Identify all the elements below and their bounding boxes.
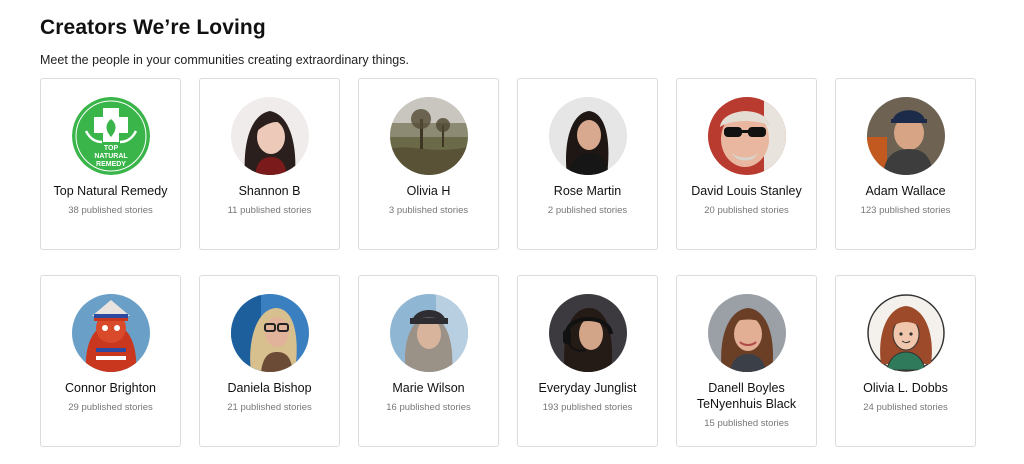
creator-story-count: 29 published stories	[68, 402, 153, 413]
avatar-photo	[389, 294, 468, 372]
creator-name[interactable]: Daniela Bishop	[211, 380, 329, 396]
creator-story-count: 123 published stories	[860, 205, 951, 216]
creator-avatar[interactable]	[389, 97, 468, 175]
creator-card[interactable]: Olivia L. Dobbs 24 published stories	[835, 275, 976, 447]
creator-name[interactable]: Everyday Junglist	[529, 380, 647, 396]
creator-name[interactable]: David Louis Stanley	[688, 183, 806, 199]
logo-image: TOP NATURAL REMEDY	[71, 97, 150, 175]
creator-name[interactable]: Danell Boyles TeNyenhuis Black	[688, 380, 806, 412]
creator-avatar[interactable]	[548, 97, 627, 175]
creator-story-count: 20 published stories	[704, 205, 789, 216]
creator-card[interactable]: Shannon B 11 published stories	[199, 78, 340, 250]
creator-avatar[interactable]	[866, 294, 945, 372]
creator-card[interactable]: Rose Martin 2 published stories	[517, 78, 658, 250]
creator-story-count: 2 published stories	[547, 205, 628, 216]
creator-avatar[interactable]	[866, 97, 945, 175]
avatar-photo	[230, 97, 309, 175]
creator-card[interactable]: Marie Wilson 16 published stories	[358, 275, 499, 447]
creator-story-count: 11 published stories	[227, 205, 312, 216]
section-title: Creators We’re Loving	[40, 16, 266, 39]
creator-name[interactable]: Shannon B	[211, 183, 329, 199]
creator-avatar[interactable]	[389, 294, 468, 372]
avatar-photo	[707, 97, 786, 175]
avatar-illustration	[71, 294, 150, 372]
creator-story-count: 193 published stories	[542, 402, 633, 413]
creator-avatar[interactable]	[548, 294, 627, 372]
avatar-photo	[230, 294, 309, 372]
creator-avatar[interactable]	[230, 97, 309, 175]
avatar-photo	[389, 97, 468, 175]
creator-name[interactable]: Connor Brighton	[52, 380, 170, 396]
logo-text-3: REMEDY	[96, 161, 126, 168]
creator-story-count: 3 published stories	[388, 205, 469, 216]
creator-card[interactable]: TOP NATURAL REMEDY Top Natural Remedy 38…	[40, 78, 181, 250]
creator-card[interactable]: David Louis Stanley 20 published stories	[676, 78, 817, 250]
creator-story-count: 24 published stories	[863, 402, 948, 413]
creator-story-count: 38 published stories	[68, 205, 153, 216]
creator-avatar[interactable]	[71, 294, 150, 372]
avatar-photo	[707, 294, 786, 372]
creator-card[interactable]: Daniela Bishop 21 published stories	[199, 275, 340, 447]
creator-name[interactable]: Rose Martin	[529, 183, 647, 199]
avatar-illustration	[866, 294, 945, 372]
avatar-photo	[548, 294, 627, 372]
section-header: Creators We’re Loving Meet the people in…	[40, 16, 409, 67]
creators-grid: TOP NATURAL REMEDY Top Natural Remedy 38…	[40, 78, 976, 447]
creator-card[interactable]: Olivia H 3 published stories	[358, 78, 499, 250]
creator-name[interactable]: Olivia L. Dobbs	[847, 380, 965, 396]
creator-card[interactable]: Adam Wallace 123 published stories	[835, 78, 976, 250]
creator-story-count: 15 published stories	[704, 418, 789, 429]
creator-avatar[interactable]	[707, 97, 786, 175]
logo-text-1: TOP	[103, 145, 118, 152]
creator-story-count: 21 published stories	[227, 402, 312, 413]
creator-avatar[interactable]	[707, 294, 786, 372]
avatar-photo	[548, 97, 627, 175]
creator-name[interactable]: Marie Wilson	[370, 380, 488, 396]
avatar-photo	[866, 97, 945, 175]
creator-card[interactable]: Danell Boyles TeNyenhuis Black 15 publis…	[676, 275, 817, 447]
creator-avatar[interactable]	[230, 294, 309, 372]
creator-name[interactable]: Adam Wallace	[847, 183, 965, 199]
logo-text-2: NATURAL	[94, 153, 128, 160]
creator-story-count: 16 published stories	[386, 402, 471, 413]
creator-card[interactable]: Everyday Junglist 193 published stories	[517, 275, 658, 447]
section-subtitle: Meet the people in your communities crea…	[40, 53, 409, 67]
creator-name[interactable]: Olivia H	[370, 183, 488, 199]
creator-avatar[interactable]: TOP NATURAL REMEDY	[71, 97, 150, 175]
creator-card[interactable]: Connor Brighton 29 published stories	[40, 275, 181, 447]
creator-name[interactable]: Top Natural Remedy	[52, 183, 170, 199]
